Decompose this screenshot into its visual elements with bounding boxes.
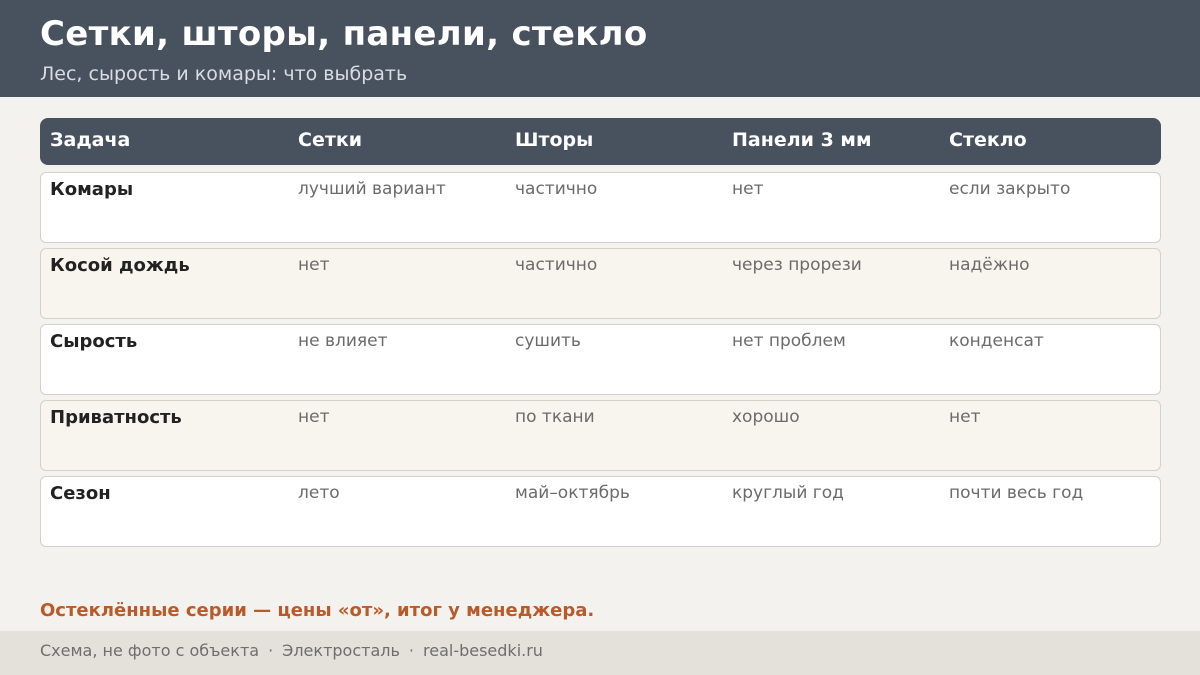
table-cell: лето bbox=[298, 483, 340, 503]
table-cell: надёжно bbox=[949, 255, 1030, 275]
table-cell: частично bbox=[515, 179, 598, 199]
page-header: Сетки, шторы, панели, стекло Лес, сырост… bbox=[0, 0, 1200, 97]
table-row: Приватность нет по ткани хорошо нет bbox=[40, 400, 1161, 471]
column-header-curtains: Шторы bbox=[515, 129, 594, 151]
footer-website-link[interactable]: real-besedki.ru bbox=[423, 641, 543, 660]
row-task-label: Приватность bbox=[50, 407, 182, 428]
table-row: Комары лучший вариант частично нет если … bbox=[40, 172, 1161, 243]
table-cell: нет проблем bbox=[732, 331, 846, 351]
footer-city: Электросталь bbox=[282, 641, 400, 660]
row-task-label: Комары bbox=[50, 179, 134, 200]
table-cell: конденсат bbox=[949, 331, 1044, 351]
table-cell: нет bbox=[298, 255, 330, 275]
table-cell: круглый год bbox=[732, 483, 844, 503]
table-cell: май–октябрь bbox=[515, 483, 630, 503]
table-cell: нет bbox=[298, 407, 330, 427]
table-cell: по ткани bbox=[515, 407, 595, 427]
table-cell: сушить bbox=[515, 331, 581, 351]
page-title: Сетки, шторы, панели, стекло bbox=[40, 14, 648, 54]
table-cell: хорошо bbox=[732, 407, 800, 427]
footer-separator: · bbox=[408, 641, 414, 660]
page-subtitle: Лес, сырость и комары: что выбрать bbox=[40, 63, 408, 85]
column-header-panels: Панели 3 мм bbox=[732, 129, 872, 151]
table-header: Задача Сетки Шторы Панели 3 мм Стекло bbox=[40, 118, 1161, 165]
column-header-glass: Стекло bbox=[949, 129, 1027, 151]
column-header-task: Задача bbox=[50, 129, 131, 151]
table-cell: нет bbox=[949, 407, 981, 427]
row-task-label: Косой дождь bbox=[50, 255, 190, 276]
column-header-nets: Сетки bbox=[298, 129, 363, 151]
table-cell: почти весь год bbox=[949, 483, 1084, 503]
table-row: Сырость не влияет сушить нет проблем кон… bbox=[40, 324, 1161, 395]
pricing-note: Остеклённые серии — цены «от», итог у ме… bbox=[40, 600, 595, 621]
footer-text: Схема, не фото с объекта · Электросталь · re… bbox=[40, 641, 543, 660]
table-cell: лучший вариант bbox=[298, 179, 446, 199]
table-cell: если закрыто bbox=[949, 179, 1071, 199]
table-cell: не влияет bbox=[298, 331, 388, 351]
footer-separator: · bbox=[268, 641, 274, 660]
row-task-label: Сырость bbox=[50, 331, 138, 352]
page-footer: Схема, не фото с объекта · Электросталь · re… bbox=[0, 631, 1200, 675]
footer-disclaimer: Схема, не фото с объекта bbox=[40, 641, 260, 660]
table-cell: частично bbox=[515, 255, 598, 275]
table-row: Косой дождь нет частично через прорези н… bbox=[40, 248, 1161, 319]
table-cell: через прорези bbox=[732, 255, 862, 275]
row-task-label: Сезон bbox=[50, 483, 111, 504]
table-cell: нет bbox=[732, 179, 764, 199]
table-row: Сезон лето май–октябрь круглый год почти… bbox=[40, 476, 1161, 547]
